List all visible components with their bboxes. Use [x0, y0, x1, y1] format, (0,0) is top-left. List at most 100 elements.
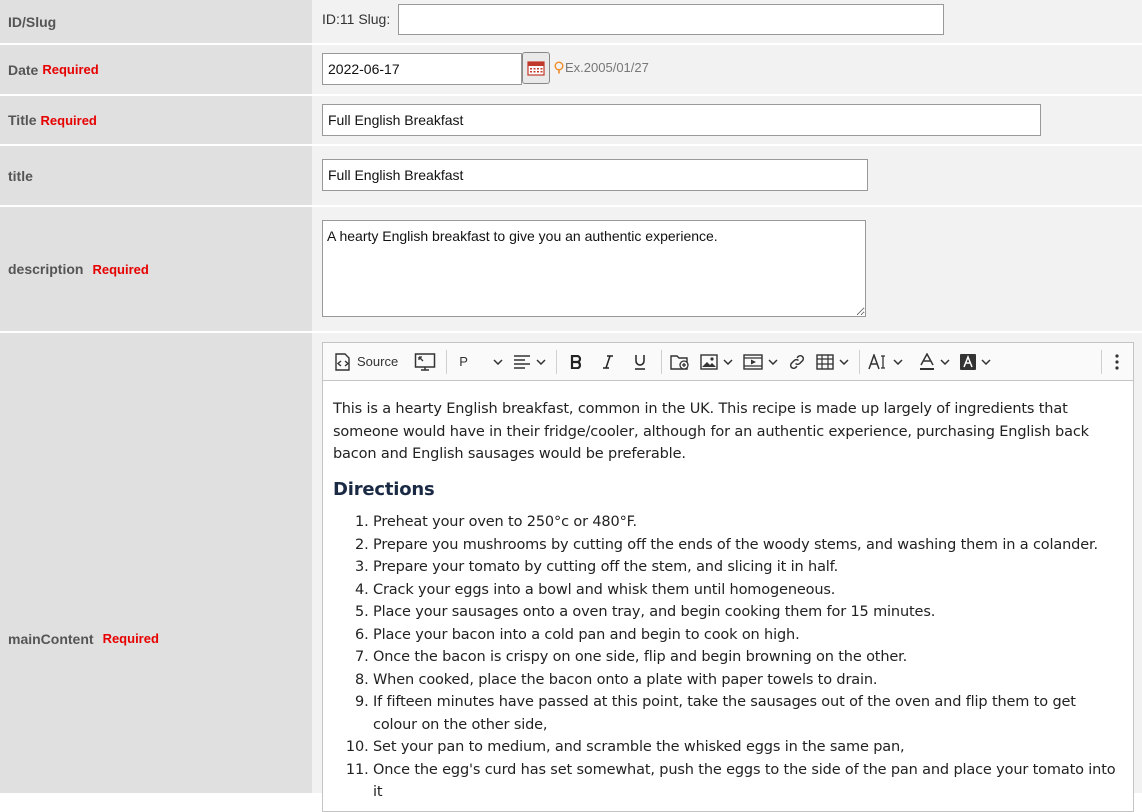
insert-file-button[interactable]: [666, 347, 694, 377]
source-icon: [335, 352, 350, 371]
main-content-value-cell: Source P This is a hearty English breakf…: [312, 333, 1142, 812]
chevron-down-icon: [493, 358, 503, 365]
paragraph-dropdown[interactable]: P: [451, 347, 507, 377]
slug-label-cell: ID/Slug: [0, 0, 312, 43]
list-item: Prepare your tomato by cutting off the s…: [373, 556, 1123, 579]
highlight-dropdown[interactable]: [956, 347, 995, 377]
chevron-down-icon: [536, 358, 546, 365]
chevron-down-icon: [839, 358, 849, 365]
link-icon: [790, 354, 805, 369]
date-label: Date: [8, 61, 39, 78]
chevron-down-icon: [940, 358, 950, 365]
lightbulb-icon: [554, 61, 564, 73]
toolbar-separator: [446, 349, 448, 374]
date-hint: Ex.2005/01/27: [554, 60, 649, 75]
underline-button[interactable]: [625, 347, 655, 377]
date-hint-text: Ex.2005/01/27: [565, 60, 649, 75]
row-title: Title Required: [0, 96, 1142, 144]
title-input[interactable]: [322, 104, 1041, 136]
list-item: Prepare you mushrooms by cutting off the…: [373, 534, 1123, 557]
list-item: Set your pan to medium, and scramble the…: [373, 736, 1123, 759]
title-alt-value-cell: [312, 146, 1142, 205]
list-item: Once the egg's curd has set somewhat, pu…: [373, 759, 1123, 804]
more-button[interactable]: [1101, 347, 1125, 377]
description-required-badge: Required: [92, 261, 149, 277]
image-icon: [700, 353, 718, 370]
bold-icon: [571, 354, 582, 369]
fullscreen-button[interactable]: [410, 347, 440, 377]
list-item: Crack your eggs into a bowl and whisk th…: [373, 579, 1123, 602]
italic-icon: [603, 354, 614, 369]
font-size-icon: [868, 353, 886, 369]
link-button[interactable]: [784, 347, 810, 377]
description-textarea[interactable]: A hearty English breakfast to give you a…: [322, 220, 866, 317]
toolbar-separator: [1101, 350, 1102, 374]
intro-paragraph: This is a hearty English breakfast, comm…: [333, 401, 1089, 462]
font-color-dropdown[interactable]: [915, 347, 954, 377]
title-value-cell: [312, 96, 1142, 144]
source-button[interactable]: Source: [329, 347, 402, 377]
title-required-badge: Required: [40, 112, 97, 128]
calendar-button[interactable]: [522, 52, 550, 84]
editor-toolbar: Source P: [323, 343, 1133, 381]
title-alt-input[interactable]: [322, 159, 868, 191]
description-label-cell: description Required: [0, 207, 312, 331]
highlight-icon: [960, 353, 977, 370]
slug-id-text: ID:11 Slug:: [322, 11, 391, 27]
chevron-down-icon: [768, 358, 778, 365]
font-size-dropdown[interactable]: [864, 347, 907, 377]
date-value-cell: Ex.2005/01/27: [312, 45, 1142, 94]
chevron-down-icon: [981, 358, 991, 365]
align-icon: [514, 354, 531, 369]
list-item: Place your sausages onto a oven tray, an…: [373, 601, 1123, 624]
bold-button[interactable]: [561, 347, 591, 377]
row-title-alt: title: [0, 146, 1142, 205]
chevron-down-icon: [723, 358, 733, 365]
toolbar-separator: [556, 349, 558, 374]
date-required-badge: Required: [42, 62, 99, 77]
chevron-down-icon: [893, 358, 903, 365]
row-main-content: mainContent Required Source P This is a …: [0, 333, 1142, 812]
insert-file-icon: [670, 354, 689, 370]
directions-heading: Directions: [333, 478, 435, 500]
main-content-label-cell: mainContent Required: [0, 333, 312, 793]
slug-input[interactable]: [398, 4, 944, 35]
toolbar-separator: [661, 349, 663, 374]
paragraph-label: P: [459, 354, 468, 369]
title-alt-label-cell: title: [0, 146, 312, 205]
list-item: When cooked, place the bacon onto a plat…: [373, 669, 1123, 692]
row-description: description Required A hearty English br…: [0, 207, 1142, 331]
slug-value-cell: ID:11 Slug:: [312, 0, 1142, 43]
title-label: Title: [8, 112, 37, 128]
main-content-required-badge: Required: [102, 631, 159, 646]
title-label-cell: Title Required: [0, 96, 312, 144]
italic-button[interactable]: [593, 347, 623, 377]
directions-list: Preheat your oven to 250°c or 480°F. Pre…: [333, 511, 1123, 804]
align-dropdown[interactable]: [509, 347, 550, 377]
more-icon: [1115, 354, 1119, 370]
list-item: Preheat your oven to 250°c or 480°F.: [373, 511, 1123, 534]
title-alt-label: title: [8, 167, 33, 184]
date-input[interactable]: [322, 53, 522, 85]
image-dropdown[interactable]: [696, 347, 737, 377]
table-icon: [816, 353, 834, 370]
media-icon: [743, 353, 763, 370]
calendar-icon: [527, 61, 545, 76]
list-item: Once the bacon is crispy on one side, fl…: [373, 646, 1123, 669]
font-color-icon: [920, 352, 935, 370]
row-slug: ID/Slug ID:11 Slug:: [0, 0, 1142, 43]
list-item: If fifteen minutes have passed at this p…: [373, 691, 1123, 736]
rich-text-editor: Source P This is a hearty English breakf…: [322, 342, 1134, 812]
main-content-label: mainContent: [8, 631, 94, 647]
table-dropdown[interactable]: [812, 347, 853, 377]
row-date: Date Required Ex.2005/01/27: [0, 45, 1142, 94]
media-dropdown[interactable]: [739, 347, 782, 377]
underline-icon: [635, 354, 646, 370]
date-label-cell: Date Required: [0, 45, 312, 94]
toolbar-separator: [859, 349, 861, 374]
slug-label: ID/Slug: [8, 13, 57, 30]
editor-content[interactable]: This is a hearty English breakfast, comm…: [323, 381, 1133, 804]
description-label: description: [8, 261, 84, 277]
description-value-cell: A hearty English breakfast to give you a…: [312, 207, 1142, 331]
fullscreen-icon: [414, 352, 436, 371]
